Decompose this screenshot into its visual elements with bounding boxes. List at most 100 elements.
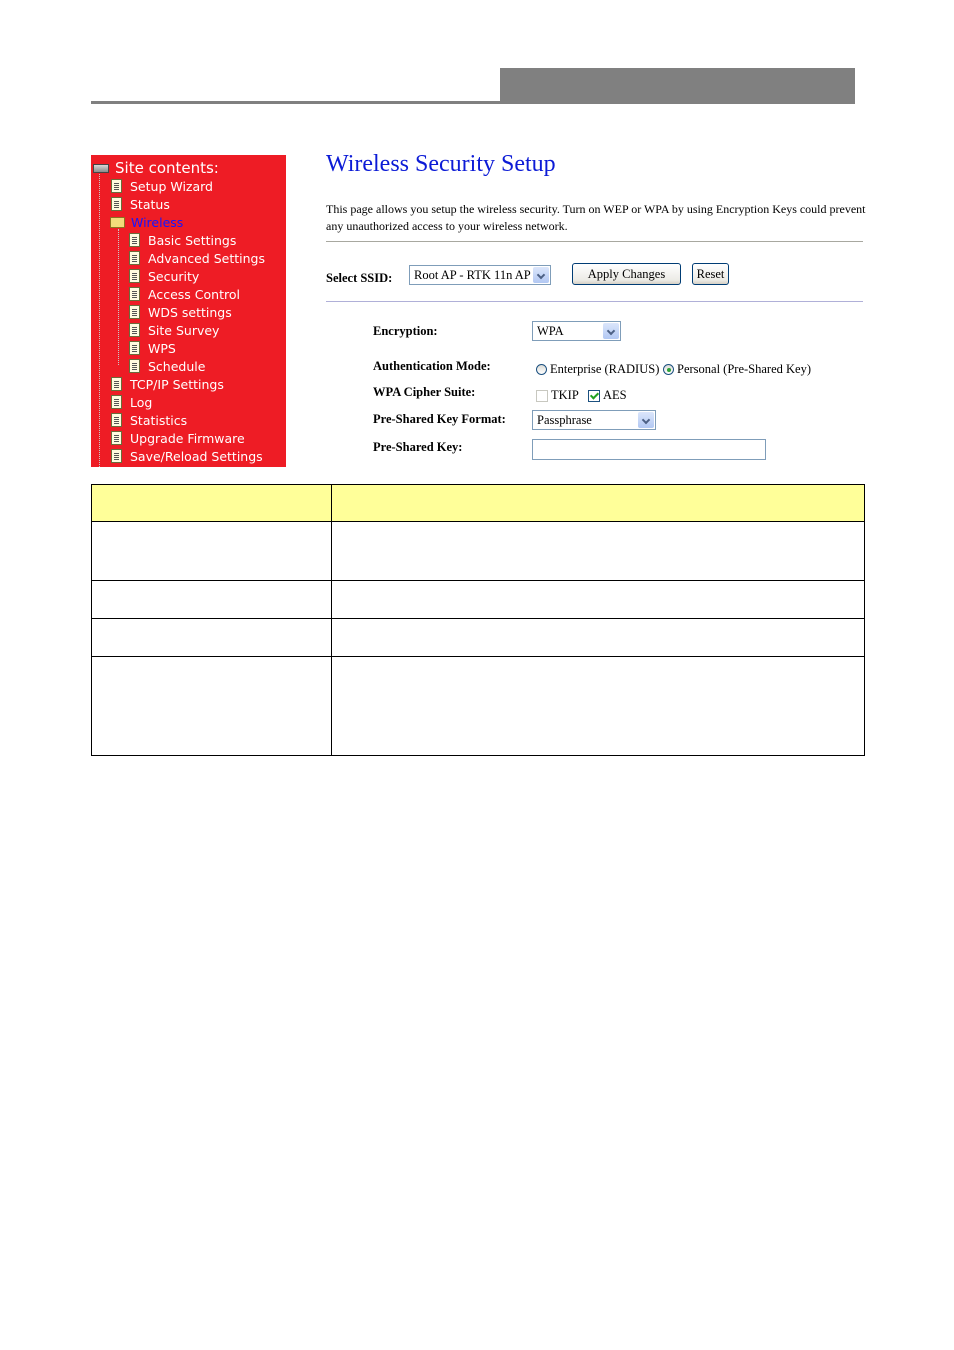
table-cell — [331, 656, 865, 756]
sidebar-item-label: Status — [130, 196, 170, 212]
radio-label: Enterprise (RADIUS) — [550, 362, 660, 376]
sidebar-item-label: Wireless — [131, 214, 184, 230]
description-table — [91, 484, 865, 756]
sidebar-item-label: WDS settings — [148, 304, 232, 320]
psk-format-label: Pre-Shared Key Format: — [373, 412, 506, 426]
table-row — [91, 521, 865, 581]
apply-changes-button[interactable]: Apply Changes — [572, 263, 681, 285]
auth-mode-enterprise-option[interactable]: Enterprise (RADIUS) — [536, 362, 659, 377]
table-cell — [91, 618, 332, 657]
psk-input[interactable] — [532, 439, 766, 460]
table-row — [91, 618, 865, 657]
radio-label: Personal (Pre-Shared Key) — [677, 362, 811, 376]
psk-label: Pre-Shared Key: — [373, 440, 463, 454]
sidebar-item-statistics[interactable]: Statistics — [111, 411, 187, 429]
checkbox-label: AES — [603, 388, 627, 402]
sidebar-item-status[interactable]: Status — [111, 195, 170, 213]
document-icon — [129, 233, 140, 247]
sidebar-item-access-control[interactable]: Access Control — [129, 285, 240, 303]
document-icon — [111, 179, 122, 193]
sidebar-item-security[interactable]: Security — [129, 267, 199, 285]
sidebar-item-label: Log — [130, 394, 153, 410]
document-icon — [111, 197, 122, 211]
header-block — [500, 68, 855, 104]
checkbox-checked-icon[interactable] — [588, 389, 600, 402]
sidebar-item-label: TCP/IP Settings — [130, 376, 224, 392]
ssid-select[interactable]: Root AP - RTK 11n AP — [409, 265, 551, 285]
sidebar-item-label: Basic Settings — [148, 232, 237, 248]
table-cell — [331, 521, 865, 581]
cipher-tkip-option[interactable]: TKIP — [536, 388, 579, 403]
sidebar-item-wireless[interactable]: Wireless — [110, 213, 183, 231]
reset-button[interactable]: Reset — [692, 263, 729, 285]
sidebar-item-site-survey[interactable]: Site Survey — [129, 321, 219, 339]
table-header-cell — [91, 484, 332, 522]
document-icon — [111, 413, 122, 427]
encryption-label: Encryption: — [373, 324, 438, 338]
table-cell — [331, 618, 865, 657]
sidebar-item-schedule[interactable]: Schedule — [129, 357, 205, 375]
router-ui-screenshot: Site contents: Setup Wizard Status Wirel… — [91, 151, 866, 467]
ssid-select-value: Root AP - RTK 11n AP — [414, 268, 531, 282]
auth-mode-label: Authentication Mode: — [373, 359, 491, 373]
sidebar-item-advanced-settings[interactable]: Advanced Settings — [129, 249, 265, 267]
network-device-icon — [93, 163, 109, 173]
sidebar-item-label: Access Control — [148, 286, 240, 302]
divider — [326, 241, 863, 242]
document-icon — [129, 251, 140, 265]
document-icon — [129, 305, 140, 319]
sidebar-item-label: Site Survey — [148, 322, 220, 338]
document-icon — [111, 377, 122, 391]
table-cell — [91, 656, 332, 756]
sidebar-item-label: Statistics — [130, 412, 188, 428]
table-cell — [331, 580, 865, 619]
tree-line — [99, 169, 100, 467]
sidebar-item-wps[interactable]: WPS — [129, 339, 176, 357]
checkbox-label: TKIP — [551, 388, 579, 402]
sidebar-root-label: Site contents: — [115, 159, 219, 177]
chevron-down-icon — [638, 412, 654, 428]
table-cell — [91, 580, 332, 619]
document-icon — [129, 341, 140, 355]
sidebar-item-label: Advanced Settings — [148, 250, 265, 266]
document-icon — [129, 269, 140, 283]
tree-line — [118, 229, 119, 365]
sidebar-item-tcpip-settings[interactable]: TCP/IP Settings — [111, 375, 224, 393]
sidebar: Site contents: Setup Wizard Status Wirel… — [91, 155, 286, 467]
table-cell — [91, 521, 332, 581]
sidebar-item-label: Schedule — [148, 358, 206, 374]
sidebar-item-save-reload-settings[interactable]: Save/Reload Settings — [111, 447, 263, 465]
document-icon — [129, 359, 140, 373]
main-content: Wireless Security Setup This page allows… — [326, 151, 866, 467]
cipher-suite-label: WPA Cipher Suite: — [373, 385, 476, 399]
sidebar-item-wds-settings[interactable]: WDS settings — [129, 303, 232, 321]
document-icon — [111, 395, 122, 409]
document-icon — [129, 287, 140, 301]
psk-format-select-value: Passphrase — [537, 413, 592, 427]
sidebar-item-upgrade-firmware[interactable]: Upgrade Firmware — [111, 429, 245, 447]
checkbox-unchecked-icon[interactable] — [536, 389, 548, 402]
auth-mode-personal-option[interactable]: Personal (Pre-Shared Key) — [663, 362, 811, 377]
sidebar-item-setup-wizard[interactable]: Setup Wizard — [111, 177, 213, 195]
cipher-aes-option[interactable]: AES — [588, 388, 627, 403]
sidebar-item-label: Setup Wizard — [130, 178, 213, 194]
table-header-cell — [331, 484, 865, 522]
sidebar-root: Site contents: — [93, 159, 219, 177]
divider — [326, 301, 863, 302]
table-row — [91, 656, 865, 756]
psk-format-select[interactable]: Passphrase — [532, 410, 656, 430]
encryption-select-value: WPA — [537, 324, 564, 338]
chevron-down-icon — [603, 323, 619, 339]
document-icon — [111, 449, 122, 463]
sidebar-item-label: WPS — [148, 340, 176, 356]
page-title: Wireless Security Setup — [326, 151, 556, 177]
encryption-select[interactable]: WPA — [532, 321, 621, 341]
sidebar-item-log[interactable]: Log — [111, 393, 152, 411]
sidebar-item-label: Save/Reload Settings — [130, 448, 263, 464]
radio-selected-icon[interactable] — [663, 364, 674, 375]
radio-unselected-icon[interactable] — [536, 364, 547, 375]
sidebar-item-basic-settings[interactable]: Basic Settings — [129, 231, 236, 249]
page-description: This page allows you setup the wireless … — [326, 202, 866, 233]
document-icon — [129, 323, 140, 337]
chevron-down-icon — [533, 267, 549, 283]
